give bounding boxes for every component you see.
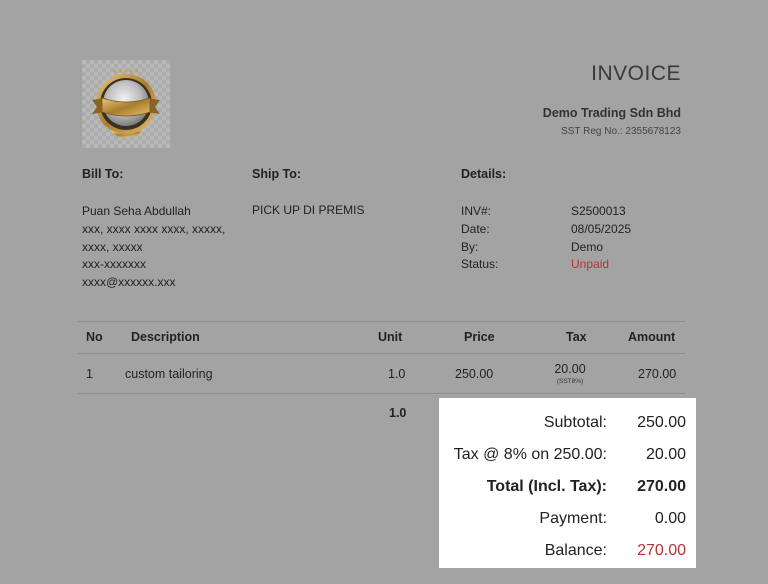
- total-label: Total (Incl. Tax):: [486, 478, 607, 495]
- ship-to-text: PICK UP DI PREMIS: [252, 203, 365, 217]
- table-bottom-divider: [78, 393, 685, 394]
- by-label: By:: [461, 239, 479, 254]
- row-price: 250.00: [455, 367, 494, 381]
- total-value: 270.00: [637, 478, 686, 495]
- status-badge: Unpaid: [571, 257, 610, 272]
- company-name: Demo Trading Sdn Bhd: [542, 106, 681, 120]
- unit-total: 1.0: [389, 406, 407, 420]
- row-description: custom tailoring: [125, 367, 213, 381]
- col-header-no: No: [86, 330, 103, 344]
- col-header-unit: Unit: [378, 330, 403, 344]
- row-tax-note: (SST8%): [556, 378, 584, 385]
- details-heading: Details:: [461, 167, 507, 181]
- invoice-by: Demo: [571, 239, 604, 254]
- tax-label: Tax @ 8% on 250.00:: [453, 446, 607, 463]
- col-header-amount: Amount: [628, 330, 676, 344]
- tax-row: Tax @ 8% on 250.00: 20.00: [439, 439, 696, 471]
- bill-to-address: Puan Seha Abdullah xxx, xxxx xxxx xxxx, …: [82, 203, 225, 292]
- invoice-number: S2500013: [571, 204, 626, 218]
- tax-value: 20.00: [645, 446, 686, 463]
- col-header-tax: Tax: [566, 330, 587, 344]
- row-amount: 270.00: [638, 367, 677, 381]
- balance-value: 270.00: [637, 542, 686, 559]
- balance-row: Balance: 270.00: [439, 535, 696, 567]
- address-line: xxx, xxxx xxxx xxxx, xxxxx,: [82, 221, 226, 236]
- payment-label: Payment:: [539, 510, 607, 527]
- status-label: Status:: [461, 257, 499, 272]
- bill-to-heading: Bill To:: [82, 167, 124, 181]
- company-logo: ★★★★★: [82, 60, 170, 148]
- invoice-number-label: INV#:: [461, 204, 492, 218]
- balance-label: Balance:: [544, 542, 607, 559]
- subtotal-label: Subtotal:: [543, 414, 607, 431]
- total-row: Total (Incl. Tax): 270.00: [439, 471, 696, 503]
- payment-value: 0.00: [654, 510, 686, 527]
- table-header-divider: [78, 353, 685, 354]
- invoice-title: INVOICE: [591, 62, 681, 85]
- logo-emblem-icon: ★★★★★: [92, 68, 160, 138]
- totals-panel: Subtotal: 250.00 Tax @ 8% on 250.00: 20.…: [439, 398, 696, 568]
- subtotal-row: Subtotal: 250.00: [439, 407, 696, 439]
- customer-name: Puan Seha Abdullah: [82, 204, 191, 218]
- payment-row: Payment: 0.00: [439, 503, 696, 535]
- details-values: S2500013 08/05/2025 Demo Unpaid: [571, 203, 631, 274]
- table-top-divider: [78, 321, 685, 322]
- customer-email: xxxx@xxxxxx.xxx: [82, 275, 176, 290]
- ship-to-heading: Ship To:: [252, 167, 302, 181]
- svg-text:★★★★★: ★★★★★: [113, 68, 140, 75]
- address-line: xxxx, xxxxx: [82, 239, 143, 254]
- subtotal-value: 250.00: [637, 414, 686, 431]
- row-tax: 20.00: [554, 362, 586, 376]
- sst-registration: SST Reg No.: 2355678123: [561, 126, 681, 137]
- col-header-price: Price: [464, 330, 495, 344]
- customer-phone: xxx-xxxxxxx: [82, 257, 146, 272]
- details-labels: INV#: Date: By: Status:: [461, 203, 498, 274]
- invoice-date: 08/05/2025: [571, 221, 632, 236]
- date-label: Date:: [461, 221, 490, 236]
- col-header-description: Description: [131, 330, 200, 344]
- row-unit: 1.0: [388, 367, 406, 381]
- row-no: 1: [86, 367, 93, 381]
